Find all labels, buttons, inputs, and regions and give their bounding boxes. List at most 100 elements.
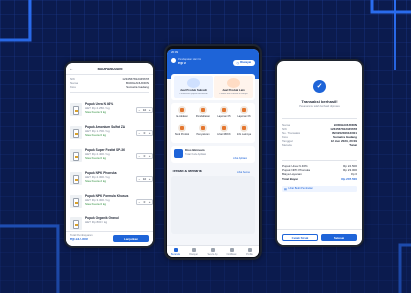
product-image bbox=[70, 217, 82, 230]
phone-home: 20:09 Pendapatan Hari Ini Rp 0 ◷ Riwayat… bbox=[164, 44, 262, 260]
sell-other-tile[interactable]: Jual Produk Lain Produk non subsidi & la… bbox=[214, 76, 253, 98]
store-icon bbox=[174, 149, 183, 158]
service-label: Penyaluran bbox=[196, 133, 210, 136]
minus-icon[interactable]: − bbox=[139, 108, 141, 112]
next-button[interactable]: Lanjutkan bbox=[113, 235, 149, 242]
item-label: Biaya Layanan bbox=[282, 173, 302, 176]
riwayat-label: Riwayat bbox=[240, 61, 252, 65]
document-icon: ▤ bbox=[284, 187, 287, 191]
content-placeholder bbox=[171, 176, 255, 234]
detail-value: Tunai bbox=[349, 144, 357, 147]
receipt-actions: Cetak Struk Selesai bbox=[277, 229, 362, 245]
service-label: Stok Produk bbox=[174, 133, 190, 136]
minus-icon[interactable]: − bbox=[139, 131, 141, 135]
service-lihat-rdkk[interactable]: Lihat RDKK bbox=[213, 124, 235, 140]
nav-profile[interactable]: Profile bbox=[242, 248, 257, 256]
product-price: HET Rp 800 / kg bbox=[85, 221, 108, 224]
item-value: Rp 0 bbox=[350, 173, 357, 176]
nav-servis[interactable]: Servis Ap bbox=[205, 248, 220, 256]
quantity-stepper[interactable]: −0 + bbox=[136, 130, 153, 136]
quantity-stepper[interactable]: −0 + bbox=[136, 199, 153, 205]
minus-icon[interactable]: − bbox=[139, 177, 141, 181]
plus-icon[interactable]: + bbox=[149, 154, 151, 158]
box-icon bbox=[227, 78, 240, 88]
service-laporan-f5[interactable]: Laporan F5 bbox=[213, 106, 235, 122]
product-name: Pupuk Super Fosfat SP-36 bbox=[85, 148, 125, 152]
nav-notifikasi[interactable]: Notifikasi bbox=[224, 248, 239, 256]
nav-beranda[interactable]: Beranda bbox=[168, 248, 183, 256]
product-image bbox=[70, 172, 82, 185]
info-label: Kios bbox=[70, 86, 76, 89]
plus-icon[interactable]: + bbox=[149, 200, 151, 204]
home-icon bbox=[173, 248, 178, 252]
service-info-lainnya[interactable]: Info Lainnya bbox=[233, 124, 255, 140]
product-item: Pupuk NPK Formula Khusus HET Rp 3.300 / … bbox=[70, 193, 153, 212]
history-icon bbox=[191, 248, 196, 252]
service-pendaftaran[interactable]: Pendaftaran bbox=[192, 106, 214, 122]
quantity-stepper[interactable]: −0 + bbox=[136, 153, 153, 159]
product-name: Pupuk NPK Phonska bbox=[85, 171, 117, 175]
print-receipt-button[interactable]: Cetak Struk bbox=[282, 234, 318, 241]
product-name: Pupuk Amonium Sulfat ZA bbox=[85, 125, 126, 129]
user-icon bbox=[247, 248, 252, 252]
service-label: E-Alokasi bbox=[176, 115, 188, 118]
product-image bbox=[70, 149, 82, 162]
product-name: Pupuk NPK Formula Khusus bbox=[85, 194, 129, 198]
services-grid: E-Alokasi Pendaftaran Laporan F5 Laporan… bbox=[171, 103, 255, 143]
product-image bbox=[70, 195, 82, 208]
done-button[interactable]: Selesai bbox=[321, 234, 357, 241]
product-quota: Sisa Kuota 0 kg bbox=[85, 157, 107, 160]
kios-banner[interactable]: Kios Binruam Tukar Kode Aplikasi Lihat A… bbox=[171, 146, 255, 163]
tile-subtitle: Produk non subsidi & lainnya bbox=[219, 93, 248, 95]
checkout-bar: Total Pembayaran Rp 237.500 Lanjutkan bbox=[66, 231, 153, 246]
divider bbox=[282, 160, 357, 161]
plus-icon[interactable]: + bbox=[149, 108, 151, 112]
service-label: Info Lainnya bbox=[236, 133, 252, 136]
tile-subtitle: Penebusan pupuk bersubsidi bbox=[179, 93, 208, 95]
product-quota: Sisa Kuota 0 kg bbox=[85, 134, 107, 137]
product-item: Pupuk Amonium Sulfat ZA HET Rp 1.700 / k… bbox=[70, 124, 153, 143]
minus-icon[interactable]: − bbox=[139, 154, 141, 158]
product-item: Pupuk NPK Phonska HET Rp 2.300 / kg Sisa… bbox=[70, 170, 153, 189]
divider bbox=[282, 118, 357, 119]
divider bbox=[70, 92, 149, 93]
quantity-value: 10 bbox=[142, 177, 147, 181]
service-laporan-f6[interactable]: Laporan F6 bbox=[233, 106, 255, 122]
service-e-alokasi[interactable]: E-Alokasi bbox=[171, 106, 193, 122]
promo-card: Jual Produk Subsidi Penebusan pupuk bers… bbox=[171, 74, 255, 100]
product-quota: Sisa Kuota 0 kg bbox=[85, 203, 107, 206]
product-name: Pupuk Urea N 46% bbox=[85, 102, 114, 106]
nav-label: Notifikasi bbox=[226, 252, 237, 256]
view-receipt-link[interactable]: ▤ Lihat Bukti Pembelian bbox=[282, 186, 357, 192]
page-title: BUDIHANUDDIN bbox=[97, 68, 123, 71]
product-item: Pupuk Urea N 46% HET Rp 2.250 / kg Sisa … bbox=[70, 101, 153, 120]
plus-icon[interactable]: + bbox=[149, 177, 151, 181]
back-arrow-icon[interactable]: ← bbox=[69, 67, 73, 71]
nav-label: Riwayat bbox=[189, 252, 198, 256]
section-title: Terkait & Menarik bbox=[172, 170, 202, 173]
service-label: Lihat RDKK bbox=[217, 133, 231, 136]
nav-label: Beranda bbox=[170, 252, 181, 256]
service-penyaluran[interactable]: Penyaluran bbox=[192, 124, 214, 140]
link-label: Lihat Bukti Pembelian bbox=[288, 187, 314, 191]
minus-icon[interactable]: − bbox=[139, 200, 141, 204]
quantity-stepper[interactable]: −10 + bbox=[136, 107, 153, 113]
info-value: Sumatra Gadang bbox=[126, 86, 149, 89]
history-icon: ◷ bbox=[236, 61, 240, 65]
banner-link[interactable]: Lihat Aplikasi bbox=[233, 157, 247, 161]
plus-icon[interactable]: + bbox=[149, 131, 151, 135]
section-link[interactable]: Lihat Semua bbox=[237, 171, 250, 175]
service-label: Pendaftaran bbox=[195, 115, 211, 118]
quantity-stepper[interactable]: −10 + bbox=[136, 176, 153, 182]
detail-label: Metode bbox=[282, 144, 293, 147]
nav-label: Profile bbox=[246, 252, 253, 256]
riwayat-button[interactable]: ◷ Riwayat bbox=[233, 60, 255, 66]
quantity-value: 0 bbox=[143, 200, 146, 204]
phone-receipt: ✓ Transaksi berhasil! Pesananmu telah be… bbox=[275, 59, 364, 247]
nav-label: Servis Ap bbox=[207, 252, 218, 256]
total-value: Rp 237.500 bbox=[341, 178, 357, 181]
sell-subsidy-tile[interactable]: Jual Produk Subsidi Penebusan pupuk bers… bbox=[174, 76, 213, 98]
service-stok-produk[interactable]: Stok Produk bbox=[171, 124, 193, 140]
wallet-icon bbox=[171, 58, 176, 63]
nav-riwayat[interactable]: Riwayat bbox=[186, 248, 201, 256]
